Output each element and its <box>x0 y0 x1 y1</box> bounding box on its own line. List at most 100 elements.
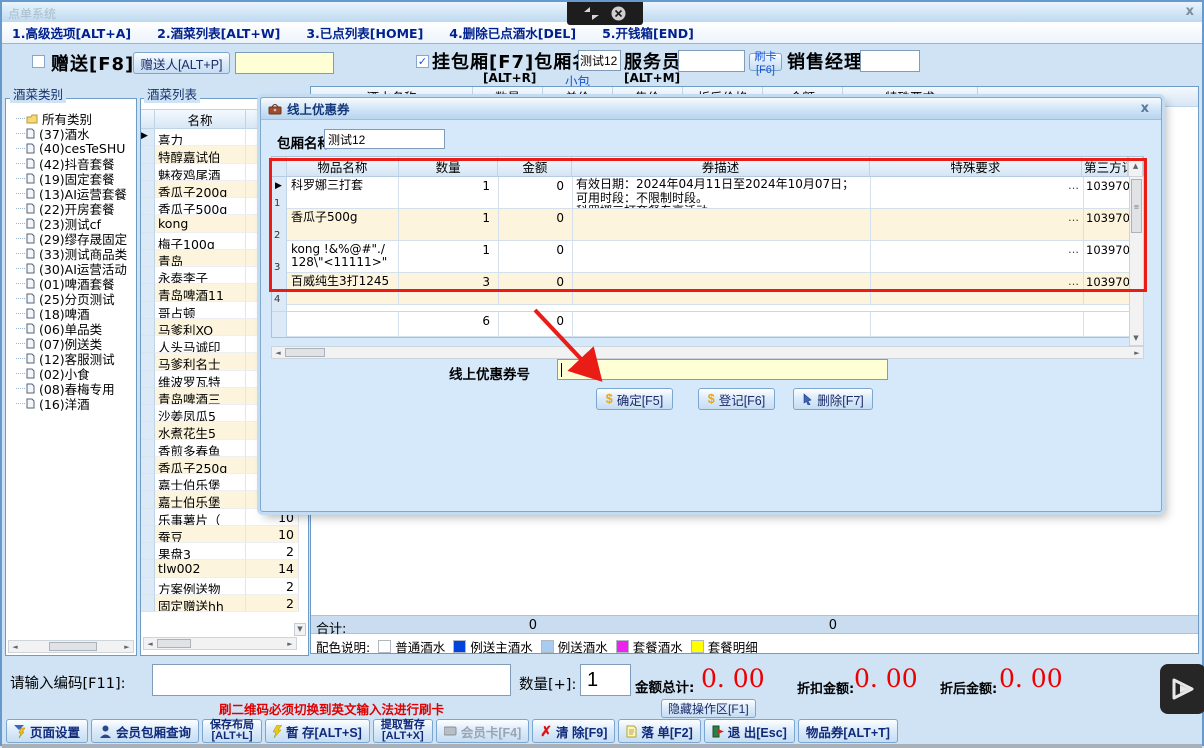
menu-open-cashbox[interactable]: 5.开钱箱[END] <box>602 23 694 42</box>
quantity-input[interactable] <box>580 664 631 696</box>
legend-item: 例送酒水 <box>541 637 608 656</box>
swipe-card-button[interactable]: 刷卡[F6] <box>749 53 782 71</box>
sales-manager-input[interactable] <box>860 50 920 72</box>
gift-person-input[interactable] <box>235 52 334 74</box>
collapse-icon[interactable] <box>584 7 599 20</box>
coupon-row[interactable]: ▶2 香瓜子500g 1 0 … 1039706 <box>272 209 1143 241</box>
scroll-thumb[interactable]: ≡ <box>1131 179 1142 233</box>
category-item[interactable]: (23)测试cf <box>10 216 134 231</box>
category-label: (30)AI运营活动 <box>39 261 127 276</box>
category-item[interactable]: (16)洋酒 <box>10 396 134 411</box>
code-entry-input[interactable] <box>152 664 511 696</box>
drink-row[interactable]: ▶ 固定赠送hh 2 <box>141 595 299 612</box>
category-item[interactable]: (12)客服测试 <box>10 351 134 366</box>
drink-row[interactable]: ▶ 蚕豆 10 <box>141 526 299 543</box>
legend-label: 配色说明: <box>316 637 370 656</box>
room-name-input[interactable] <box>578 50 621 71</box>
hold-order-button[interactable]: 暂 存[ALT+S] <box>265 719 370 743</box>
window-close-icon[interactable]: x <box>1186 4 1194 19</box>
drinks-hscrollbar[interactable]: ◄ ► <box>143 637 297 650</box>
category-item[interactable]: (06)单品类 <box>10 321 134 336</box>
menu-ordered-list[interactable]: 3.已点列表[HOME] <box>306 23 423 42</box>
drinks-col-name[interactable]: 名称 <box>155 109 246 129</box>
online-coupon-dialog: 线上优惠券 x 包厢名称 物品名称 数量 金额 券描述 特殊要求 第三方订 ▲ … <box>260 97 1162 512</box>
legend-items: 普通酒水 例送主酒水 例送酒水 套餐酒水 <box>378 637 758 656</box>
category-item[interactable]: (40)cesTeSHU <box>10 141 134 156</box>
category-item[interactable]: (19)固定套餐 <box>10 171 134 186</box>
scroll-right-arrow[interactable]: ► <box>284 639 296 650</box>
category-item[interactable]: (25)分页测试 <box>10 291 134 306</box>
category-item[interactable]: (13)AI运营套餐 <box>10 186 134 201</box>
confirm-button[interactable]: $ 确定[F5] <box>596 388 673 410</box>
table-scroll-up-arrow[interactable]: ▲ <box>1130 161 1142 172</box>
item-name-cell: 科罗娜三打套 <box>287 177 399 209</box>
coupon-row[interactable]: ▶4 百威纯生3打1245 3 0 … 1039706 <box>272 273 1143 305</box>
gift-checkbox[interactable] <box>32 55 45 68</box>
drink-row[interactable]: ▶ tlw002 14 <box>141 560 299 577</box>
delete-button[interactable]: 删除[F7] <box>793 388 873 410</box>
categories-hscrollbar[interactable]: ◄ ► <box>8 640 134 653</box>
waiter-input[interactable] <box>678 50 745 72</box>
category-item[interactable]: (18)啤酒 <box>10 306 134 321</box>
category-item[interactable]: (33)测试商品类 <box>10 246 134 261</box>
close-circle-icon[interactable] <box>611 6 626 21</box>
scroll-left-arrow[interactable]: ◄ <box>272 348 284 359</box>
clear-button[interactable]: ✗ 清 除[F9] <box>532 719 615 743</box>
room-checkbox[interactable]: ✓ <box>416 55 429 68</box>
document-icon <box>26 128 35 139</box>
category-item[interactable]: (42)抖音套餐 <box>10 156 134 171</box>
scroll-right-arrow[interactable]: ► <box>121 642 133 653</box>
menu-delete-ordered[interactable]: 4.删除已点酒水[DEL] <box>449 23 576 42</box>
scroll-left-arrow[interactable]: ◄ <box>9 642 21 653</box>
page-setup-button[interactable]: 页面设置 <box>6 719 88 743</box>
category-item[interactable]: (22)开房套餐 <box>10 201 134 216</box>
menu-advanced[interactable]: 1.高级选项[ALT+A] <box>12 23 131 42</box>
coupon-row[interactable]: ▶3 kong !&%@#"./ 128\"<11111>" 1 0 … 103… <box>272 241 1143 273</box>
category-item[interactable]: (37)酒水 <box>10 126 134 141</box>
coupon-table-vscrollbar[interactable]: ≡ ▼ <box>1129 176 1144 346</box>
save-layout-button[interactable]: 保存布局[ALT+L] <box>202 719 262 743</box>
drinks-vscroll-down-arrow[interactable]: ▼ <box>294 623 306 636</box>
scroll-right-arrow[interactable]: ► <box>1131 348 1143 359</box>
coupon-number-input[interactable] <box>557 359 888 380</box>
scroll-down-arrow[interactable]: ▼ <box>1130 333 1142 344</box>
member-card-button[interactable]: 会员卡[F4] <box>436 719 529 743</box>
scroll-thumb[interactable] <box>285 348 325 357</box>
drink-name: 嘉士伯乐堡 <box>155 491 246 508</box>
drink-name: 香瓜子200g <box>155 181 246 198</box>
item-coupon-button[interactable]: 物品券[ALT+T] <box>798 719 898 743</box>
category-label: (42)抖音套餐 <box>39 156 115 171</box>
category-item[interactable]: (02)小食 <box>10 366 134 381</box>
hide-panel-button[interactable]: 隐藏操作区[F1] <box>661 699 756 718</box>
category-item[interactable]: (08)春梅专用 <box>10 381 134 396</box>
drink-price: 2 <box>246 543 299 560</box>
coupon-table-hscrollbar[interactable]: ◄ ► <box>271 346 1144 359</box>
menu-drink-list[interactable]: 2.酒菜列表[ALT+W] <box>157 23 280 42</box>
scroll-thumb[interactable] <box>157 639 191 648</box>
register-button[interactable]: $ 登记[F6] <box>698 388 775 410</box>
category-item[interactable]: 所有类别 <box>10 111 134 126</box>
more-button[interactable]: … <box>1068 179 1080 192</box>
dialog-room-name-input[interactable] <box>324 129 445 149</box>
more-button[interactable]: … <box>1068 243 1080 256</box>
category-item[interactable]: (30)AI运营活动 <box>10 261 134 276</box>
coupon-row[interactable]: ▶1 科罗娜三打套 1 0 有效日期：2024年04月11日至2024年10月0… <box>272 177 1143 209</box>
document-icon <box>26 338 35 349</box>
category-item[interactable]: (29)缪存晟固定 <box>10 231 134 246</box>
category-item[interactable]: (01)啤酒套餐 <box>10 276 134 291</box>
member-room-query-button[interactable]: 会员包厢查询 <box>91 719 199 743</box>
retrieve-hold-button[interactable]: 提取暂存[ALT+X] <box>373 719 433 743</box>
scroll-thumb[interactable] <box>49 642 97 651</box>
drink-row[interactable]: ▶ 果盘3 2 <box>141 543 299 560</box>
drink-row[interactable]: ▶ 方案例送物 2 <box>141 578 299 595</box>
category-item[interactable]: (07)例送类 <box>10 336 134 351</box>
quantity-label: 数量[+]: <box>519 673 576 694</box>
dialog-close-icon[interactable]: x <box>1141 101 1149 116</box>
dialog-titlebar[interactable]: 线上优惠券 x <box>261 98 1161 120</box>
scroll-left-arrow[interactable]: ◄ <box>144 639 156 650</box>
exit-button[interactable]: 退 出[Esc] <box>704 719 795 743</box>
gift-person-button[interactable]: 赠送人[ALT+P] <box>133 52 230 74</box>
more-button[interactable]: … <box>1068 211 1080 224</box>
more-button[interactable]: … <box>1068 275 1080 288</box>
place-order-button[interactable]: 落 单[F2] <box>618 719 700 743</box>
